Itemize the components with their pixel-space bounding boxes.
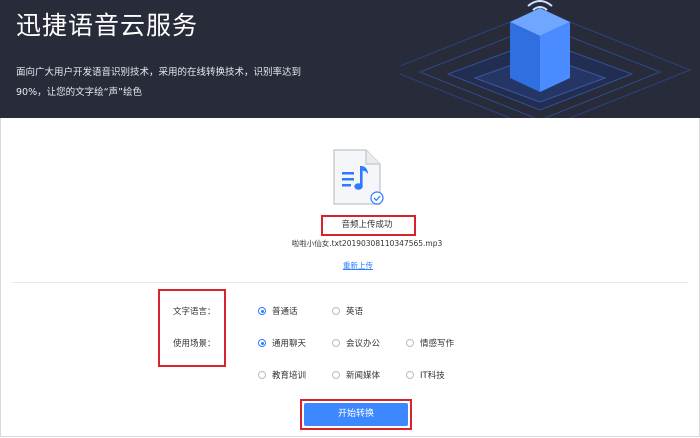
scene-option-meeting[interactable]: 会议办公 [332, 336, 380, 350]
language-option-label: 英语 [346, 307, 364, 317]
start-conversion-button[interactable]: 开始转换 [304, 403, 408, 426]
scene-option-chat[interactable]: 通用聊天 [258, 336, 306, 350]
scene-option-label: 通用聊天 [272, 339, 307, 349]
radio-unselected-icon [406, 339, 414, 347]
scene-option-it[interactable]: IT科技 [406, 368, 445, 382]
uploaded-filename: 啦啦小仙女.txt20190308110347565.mp3 [291, 239, 443, 248]
radio-unselected-icon [332, 371, 340, 379]
scene-option-label: 新闻媒体 [346, 371, 381, 381]
section-divider [12, 282, 688, 283]
cloud-cube-illustration [400, 0, 692, 118]
language-option-english[interactable]: 英语 [332, 304, 363, 318]
music-file-icon [333, 149, 384, 205]
reupload-link[interactable]: 重新上传 [338, 260, 378, 271]
radio-unselected-icon [258, 371, 266, 379]
hero-description-line2: 90%，让您的文字绘“声”绘色 [16, 87, 142, 98]
settings-labels-highlight [158, 289, 226, 367]
scene-option-label: 教育培训 [272, 371, 307, 381]
language-option-putonghua[interactable]: 普通话 [258, 304, 298, 318]
radio-unselected-icon [332, 339, 340, 347]
scene-option-education[interactable]: 教育培训 [258, 368, 306, 382]
hero-banner: 迅捷语音云服务 面向广大用户开发语音识别技术，采用的在线转换技术，识别率达到 9… [0, 0, 700, 118]
hero-title: 迅捷语音云服务 [16, 11, 199, 40]
scene-option-label: 会议办公 [346, 339, 381, 349]
cube-icon [510, 8, 570, 92]
language-label: 文字语言： [173, 307, 216, 317]
hero-description: 面向广大用户开发语音识别技术，采用的在线转换技术，识别率达到 90%，让您的文字… [16, 63, 336, 103]
radio-selected-icon [258, 307, 266, 315]
scene-option-label: 情感写作 [420, 339, 455, 349]
radio-selected-icon [258, 339, 266, 347]
upload-status-text: 音频上传成功 [341, 220, 393, 230]
scene-option-news[interactable]: 新闻媒体 [332, 368, 380, 382]
radio-unselected-icon [332, 307, 340, 315]
language-option-label: 普通话 [272, 307, 298, 317]
scene-label: 使用场景： [173, 339, 216, 349]
radio-unselected-icon [406, 371, 414, 379]
scene-option-label: IT科技 [420, 371, 445, 381]
hero-description-line1: 面向广大用户开发语音识别技术，采用的在线转换技术，识别率达到 [16, 67, 302, 78]
scene-option-writing[interactable]: 情感写作 [406, 336, 454, 350]
